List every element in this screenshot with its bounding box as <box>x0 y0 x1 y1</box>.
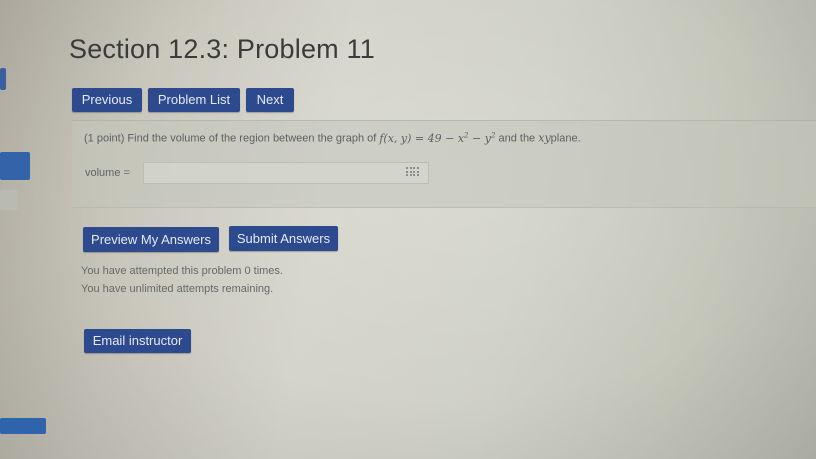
keypad-icon[interactable] <box>406 167 420 178</box>
plane-word: plane. <box>550 132 581 145</box>
formula-part: − y <box>468 131 491 145</box>
problem-list-button[interactable]: Problem List <box>148 88 240 112</box>
volume-input[interactable] <box>143 162 429 184</box>
remaining-status: You have unlimited attempts remaining. <box>81 283 274 295</box>
left-edge-tab[interactable] <box>0 418 46 434</box>
problem-suffix: and the <box>495 132 539 145</box>
problem-prefix: (1 point) Find the volume of the region … <box>84 132 380 145</box>
submit-answers-button[interactable]: Submit Answers <box>229 226 338 251</box>
preview-answers-button[interactable]: Preview My Answers <box>83 227 219 252</box>
formula-part: f(x, y) = 49 − x <box>379 131 465 145</box>
email-instructor-button[interactable]: Email instructor <box>84 329 191 353</box>
next-button[interactable]: Next <box>246 88 294 112</box>
volume-label: volume = <box>85 167 130 179</box>
page-title: Section 12.3: Problem 11 <box>69 34 375 64</box>
plane-variable: xy <box>538 131 551 145</box>
left-edge-tab <box>0 190 18 210</box>
function-formula: f(x, y) = 49 − x2 − y2 <box>379 131 495 145</box>
previous-button[interactable]: Previous <box>72 88 142 112</box>
left-edge-tab[interactable] <box>0 152 30 180</box>
problem-statement: (1 point) Find the volume of the region … <box>84 131 581 145</box>
left-edge-tab[interactable] <box>0 68 6 90</box>
attempts-status: You have attempted this problem 0 times. <box>81 265 283 277</box>
